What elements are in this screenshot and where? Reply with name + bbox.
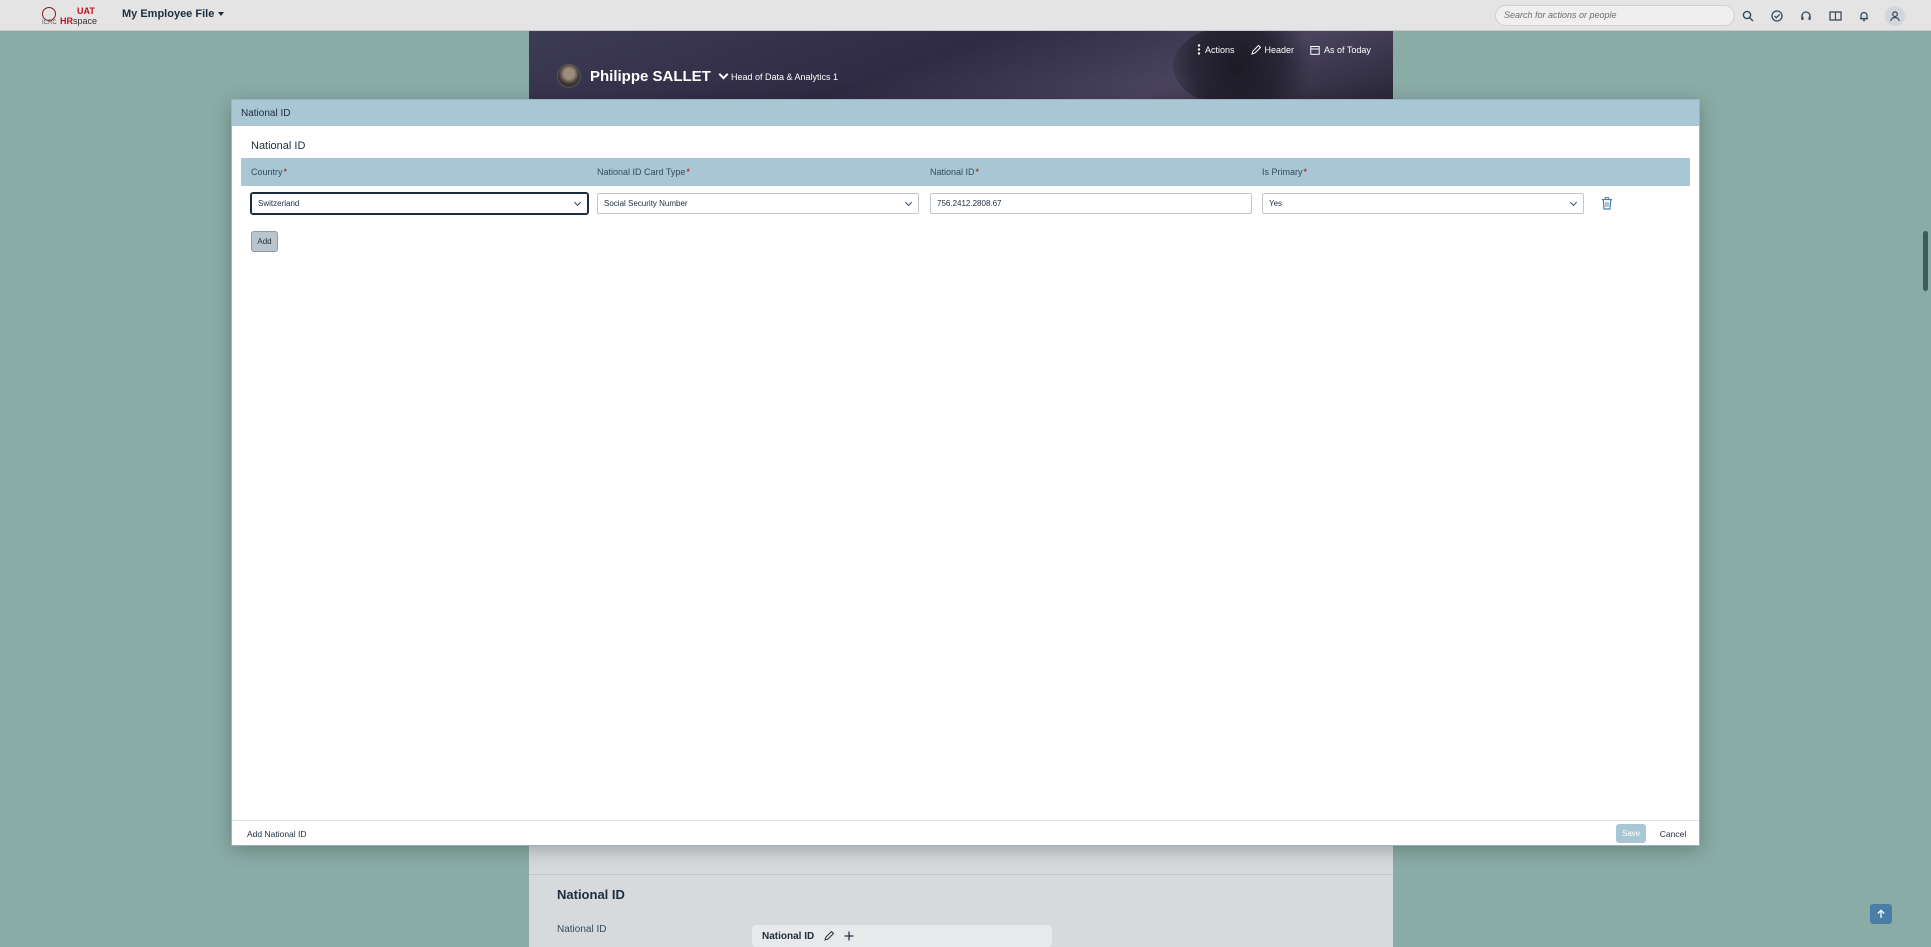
dialog-title: National ID [232,100,1699,126]
column-header-is-primary: Is Primary* [1262,167,1307,177]
is-primary-select[interactable]: Yes [1262,193,1584,214]
as-of-label: As of Today [1324,44,1371,55]
search-input[interactable]: Search for actions or people [1495,5,1735,26]
pencil-icon [1250,44,1261,55]
cancel-button[interactable]: Cancel [1655,824,1691,843]
book-icon[interactable] [1827,7,1843,25]
column-label: Is Primary [1262,167,1303,177]
header-button[interactable]: Header [1250,44,1295,55]
chevron-down-icon [573,198,582,207]
company-logo[interactable]: ICRC UAT HRspace [42,5,97,27]
brand-name: HRspace [60,16,97,26]
required-marker: * [975,167,980,177]
app-menu-button[interactable]: My Employee File [122,8,225,20]
pencil-icon[interactable] [824,931,835,941]
bell-icon[interactable] [1856,7,1872,25]
search-icon[interactable] [1740,7,1756,25]
country-value: Switzerland [258,199,300,208]
scroll-to-top-button[interactable] [1870,904,1892,924]
column-label: Country [251,167,283,177]
chevron-down-icon [904,198,913,207]
actions-label: Actions [1205,44,1235,55]
save-button[interactable]: Save [1616,824,1646,843]
page-scrollbar[interactable] [1920,31,1931,947]
column-header-card-type: National ID Card Type* [597,167,690,177]
column-label: National ID [930,167,975,177]
required-marker: * [686,167,690,177]
app-menu-label: My Employee File [122,8,215,20]
trash-icon [1602,197,1612,210]
header-background-image [1173,31,1333,101]
column-header-national-id: National ID* [930,167,979,177]
dialog-footer: Add National ID Save Cancel [232,820,1699,845]
delete-row-button[interactable] [1601,197,1615,211]
job-title: Head of Data & Analytics 1 [731,72,839,82]
required-marker: * [283,167,288,177]
is-primary-value: Yes [1269,199,1283,208]
check-circle-icon[interactable] [1769,7,1785,25]
avatar[interactable] [557,64,581,88]
card-title: National ID [762,930,815,942]
national-id-input[interactable]: 756.2412.2808.67 [930,193,1252,214]
brand-suffix: space [73,16,98,26]
scrollbar-thumb[interactable] [1923,231,1928,291]
section-divider [529,874,1393,875]
headset-icon[interactable] [1798,7,1814,25]
add-national-id-label: Add National ID [247,829,307,839]
required-marker: * [1303,167,1308,177]
chevron-down-icon [718,69,729,80]
column-header-country: Country* [251,167,287,177]
column-label: National ID Card Type [597,167,686,177]
field-label: National ID [557,924,607,935]
caret-down-icon [218,12,225,16]
dialog-subtitle: National ID [251,140,306,152]
arrow-up-icon [1877,909,1885,918]
seal-text: ICRC [42,20,57,26]
add-row-button[interactable]: Add [251,231,278,252]
actions-button[interactable]: Actions [1197,44,1235,55]
section-title: National ID [557,887,625,902]
calendar-icon [1310,45,1320,55]
card-type-value: Social Security Number [604,199,688,208]
header-label: Header [1264,44,1295,55]
profile-header: Philippe SALLET Head of Data & Analytics… [529,31,1393,101]
shell-bar: ICRC UAT HRspace My Employee File Search… [0,0,1931,31]
brand-prefix: HR [60,16,73,26]
employee-name-text: Philippe SALLET [590,68,711,85]
national-id-card: National ID [752,925,1052,947]
more-vertical-icon [1197,44,1201,55]
as-of-today-button[interactable]: As of Today [1310,44,1371,55]
table-header: Country* National ID Card Type* National… [241,158,1690,186]
chevron-down-icon [1569,198,1578,207]
plus-icon[interactable] [844,931,854,941]
country-select[interactable]: Switzerland [250,192,589,215]
card-type-select[interactable]: Social Security Number [597,193,919,214]
environment-label: UAT [77,6,95,16]
employee-name[interactable]: Philippe SALLET [590,68,729,85]
user-avatar-icon[interactable] [1885,6,1905,26]
national-id-value: 756.2412.2808.67 [937,199,1002,208]
national-id-dialog: National ID National ID Country* Nationa… [231,99,1700,846]
seal-icon [42,7,56,21]
